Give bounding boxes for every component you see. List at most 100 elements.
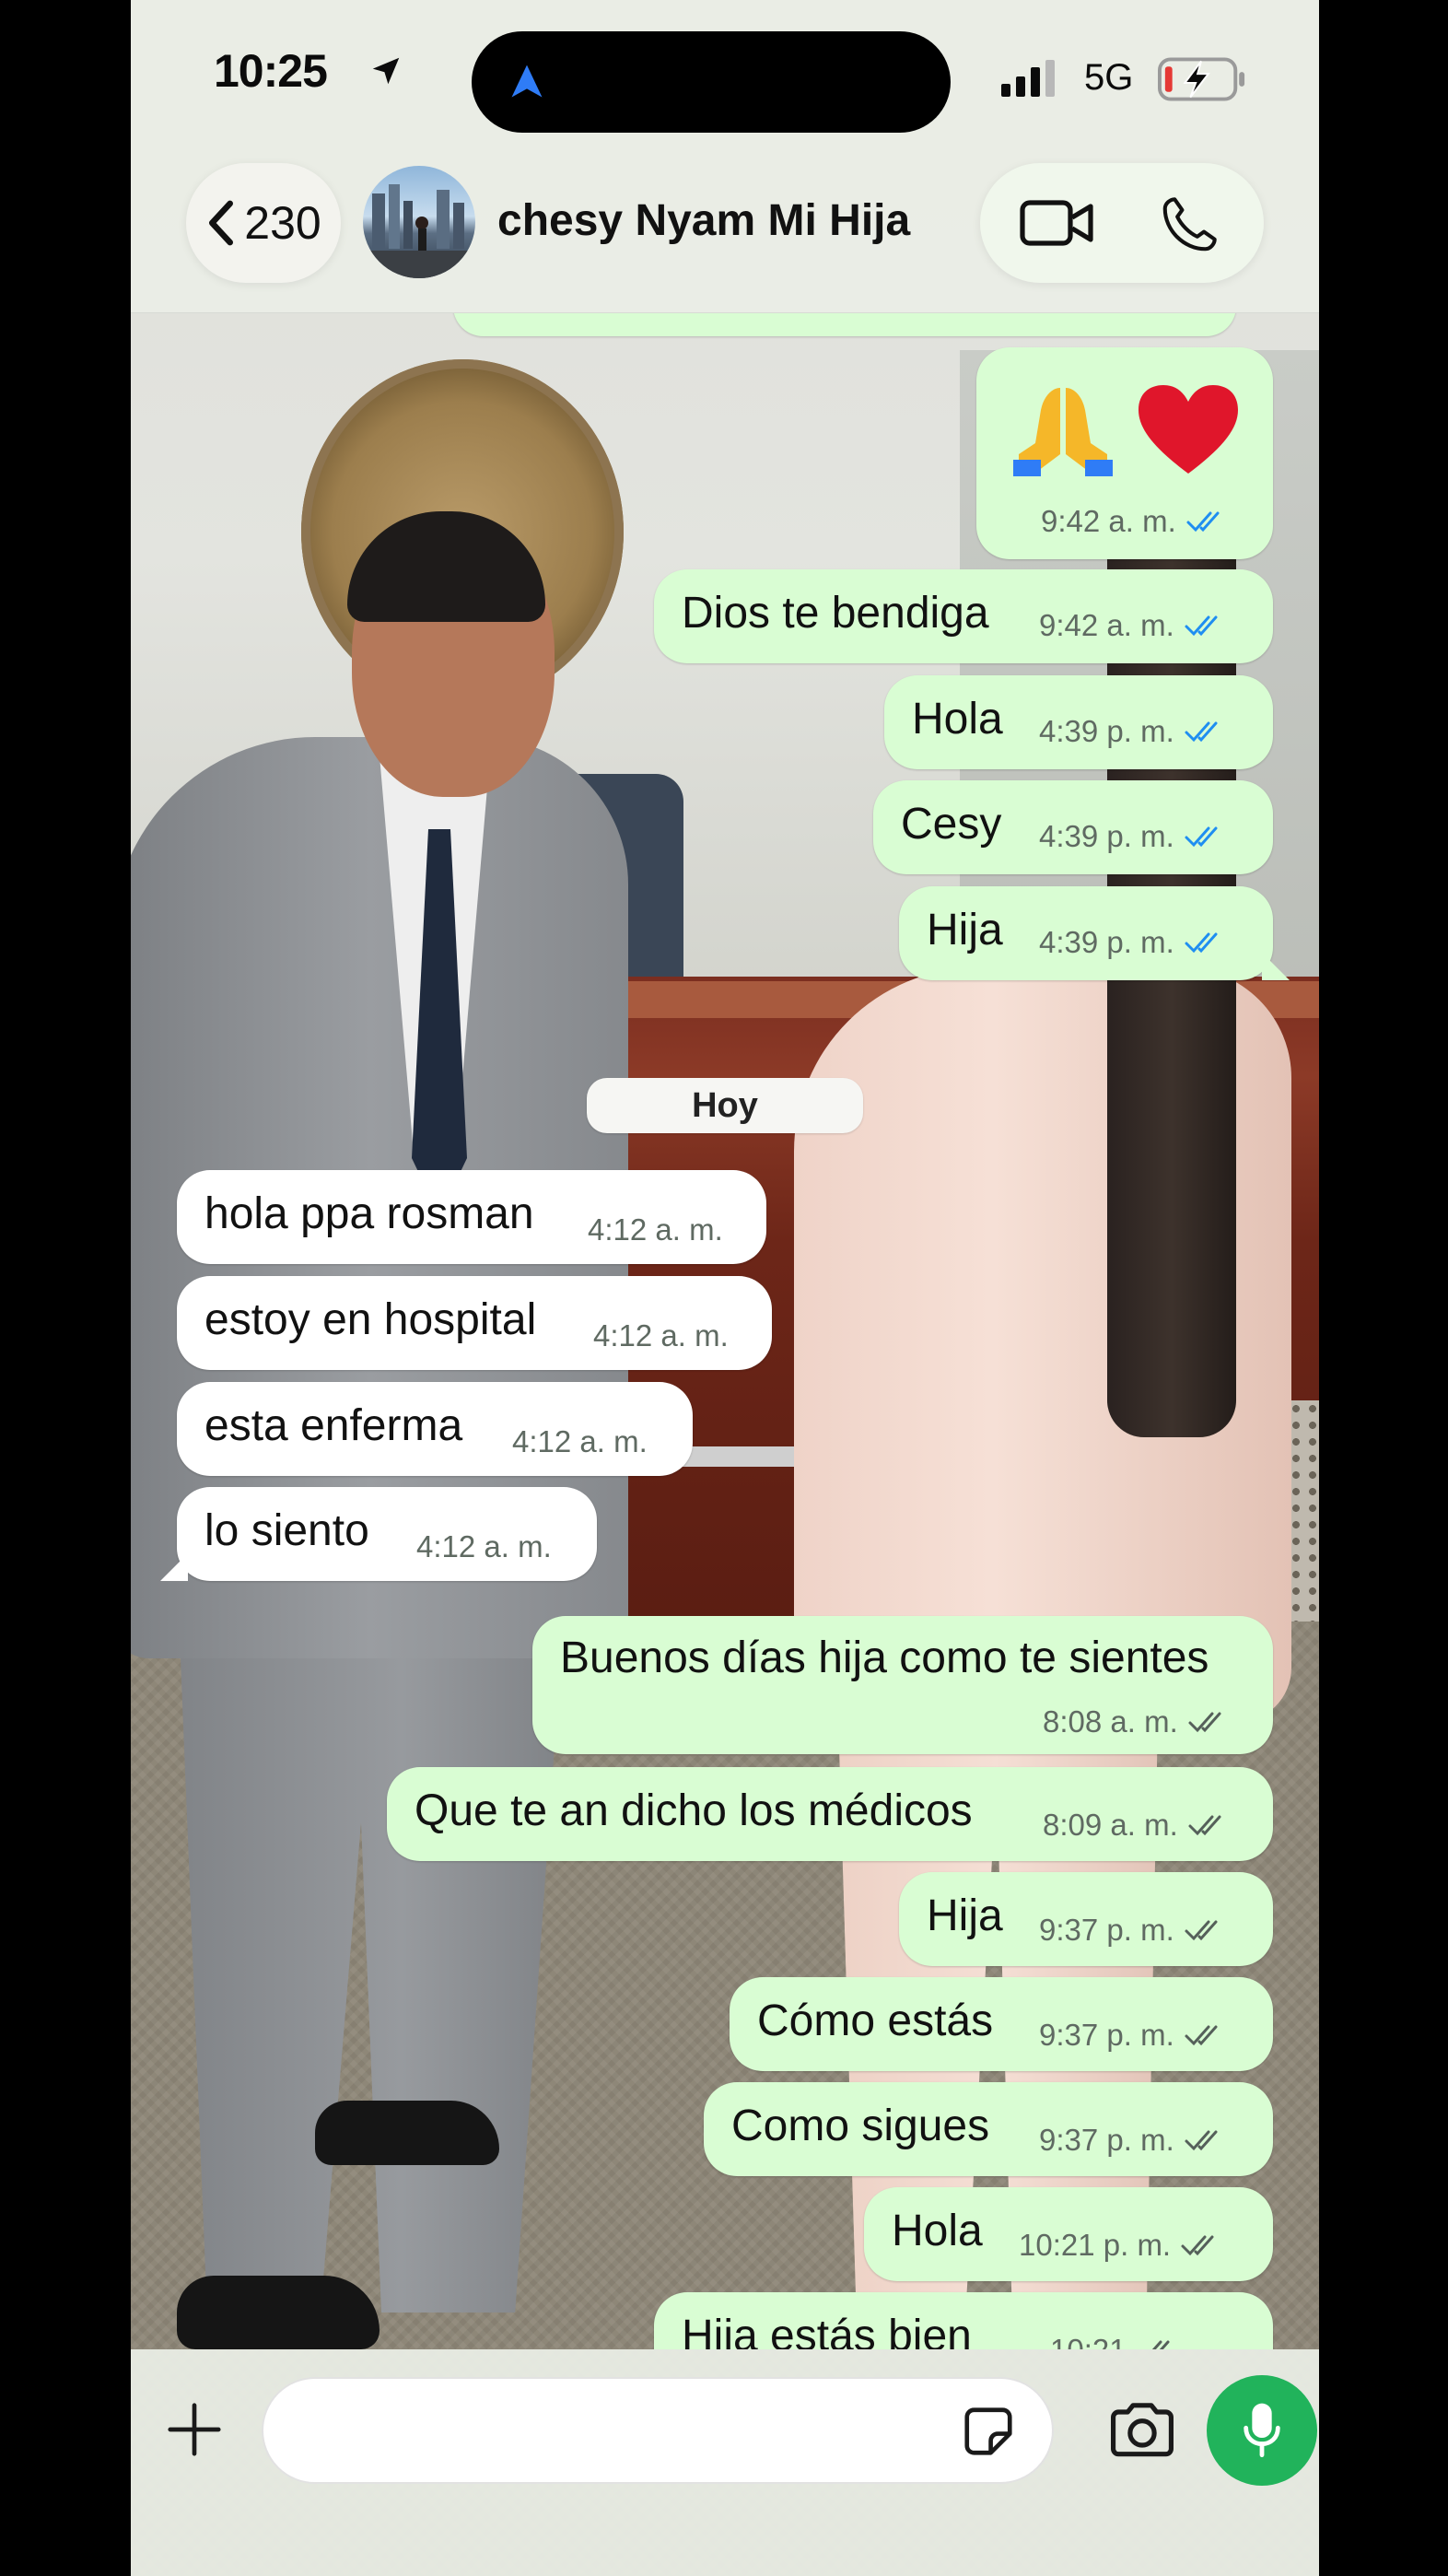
chat-header: 230 chesy Nyam Mi Hija: [131, 138, 1319, 313]
phone-screen: 10:25 5G 230 chesy Nyam Mi Hija 9:42 a. …: [131, 0, 1319, 2576]
read-receipt-icon: [1186, 511, 1220, 533]
bubble-tail: [1262, 953, 1290, 980]
message-time: 4:12 a. m.: [512, 1424, 648, 1458]
message-time: 4:39 p. m.: [1039, 819, 1174, 853]
day-separator: Hoy: [587, 1078, 863, 1133]
message-meta: 9:37 p. m.: [1039, 2123, 1226, 2158]
network-type: 5G: [1084, 57, 1134, 98]
message-bubble[interactable]: Cesy 4:39 p. m.: [873, 780, 1273, 874]
message-bubble[interactable]: Hija 4:39 p. m.: [899, 886, 1273, 980]
message-text: lo siento: [204, 1506, 369, 1555]
message-meta: 8:09 a. m.: [1043, 1808, 1230, 1843]
message-bubble[interactable]: Que te an dicho los médicos 8:09 a. m.: [387, 1767, 1273, 1861]
message-time: 10:21: [1050, 2333, 1127, 2349]
message-meta: 9:42 a. m.: [1041, 504, 1228, 539]
message-time: 4:39 p. m.: [1039, 714, 1174, 748]
message-list[interactable]: 9:42 a. m. Dios te bendiga 9:42 a. m. Ho…: [131, 313, 1319, 2349]
message-text: esta enferma: [204, 1401, 463, 1450]
message-meta: 4:12 a. m.: [593, 1318, 729, 1353]
message-meta: 9:42 a. m.: [1039, 608, 1226, 643]
video-camera-icon[interactable]: [1019, 196, 1096, 250]
delivered-receipt-icon: [1188, 1815, 1221, 1836]
phone-icon[interactable]: [1157, 193, 1221, 257]
message-bubble[interactable]: Cómo estás 9:37 p. m.: [730, 1977, 1273, 2071]
camera-icon[interactable]: [1105, 2397, 1179, 2464]
location-arrow-icon: [372, 57, 400, 85]
message-meta: 4:39 p. m.: [1039, 714, 1226, 749]
message-text: Como sigues: [731, 2102, 990, 2150]
message-text: Hola: [892, 2207, 983, 2255]
message-meta: 10:21: [1050, 2333, 1178, 2349]
chevron-left-icon: [209, 200, 234, 246]
message-bubble[interactable]: Como sigues 9:37 p. m.: [704, 2082, 1273, 2176]
message-text: Cómo estás: [757, 1996, 994, 2045]
microphone-icon: [1244, 2403, 1280, 2458]
message-bubble[interactable]: Hija 9:37 p. m.: [899, 1872, 1273, 1966]
message-bubble[interactable]: Hola 4:39 p. m.: [884, 675, 1273, 769]
message-bubble-emoji[interactable]: 9:42 a. m.: [976, 347, 1273, 559]
message-time: 9:37 p. m.: [1039, 1913, 1174, 1947]
dynamic-island: [472, 31, 951, 133]
delivered-receipt-icon: [1185, 2025, 1218, 2046]
message-text: Hija: [927, 906, 1003, 954]
message-text: Hija: [927, 1891, 1003, 1940]
message-bubble[interactable]: estoy en hospital 4:12 a. m.: [177, 1276, 772, 1370]
message-meta: 10:21 p. m.: [1019, 2228, 1222, 2263]
plus-icon[interactable]: [162, 2397, 227, 2462]
bubble-tail: [160, 1553, 188, 1581]
message-composer: [131, 2349, 1319, 2576]
message-bubble[interactable]: Hija estás bien 10:21: [654, 2292, 1273, 2349]
message-bubble[interactable]: lo siento 4:12 a. m.: [177, 1487, 597, 1581]
message-text: Que te an dicho los médicos: [415, 1786, 973, 1835]
contact-avatar[interactable]: [363, 166, 475, 278]
read-receipt-icon: [1185, 721, 1218, 743]
message-time: 9:37 p. m.: [1039, 2018, 1174, 2052]
message-time: 4:12 a. m.: [593, 1318, 729, 1352]
message-bubble[interactable]: Hola 10:21 p. m.: [864, 2187, 1273, 2281]
message-text: estoy en hospital: [204, 1295, 537, 1344]
message-text: Buenos días hija como te sientes: [560, 1633, 1209, 1682]
message-meta: 4:12 a. m.: [416, 1529, 552, 1564]
delivered-receipt-icon: [1185, 2130, 1218, 2151]
delivered-receipt-icon: [1185, 1920, 1218, 1941]
message-bubble[interactable]: Buenos días hija como te sientes 8:08 a.…: [532, 1616, 1273, 1754]
back-button[interactable]: 230: [186, 163, 341, 283]
avatar-image: [363, 184, 475, 278]
message-meta: 9:37 p. m.: [1039, 2018, 1226, 2053]
unread-count: 230: [244, 197, 321, 249]
navigation-arrow-icon: [511, 64, 543, 98]
message-text: hola ppa rosman: [204, 1189, 534, 1238]
message-time: 9:42 a. m.: [1041, 504, 1176, 538]
battery-charging-icon: [1158, 57, 1245, 101]
message-input[interactable]: [262, 2377, 1054, 2484]
status-time: 10:25: [214, 45, 328, 97]
read-receipt-icon: [1185, 615, 1218, 637]
message-meta: 9:37 p. m.: [1039, 1913, 1226, 1948]
microphone-button[interactable]: [1207, 2375, 1317, 2486]
contact-name[interactable]: chesy Nyam Mi Hija: [497, 195, 910, 246]
message-time: 10:21 p. m.: [1019, 2228, 1172, 2262]
message-bubble[interactable]: esta enferma 4:12 a. m.: [177, 1382, 693, 1476]
message-time: 9:42 a. m.: [1039, 608, 1174, 642]
message-time: 8:09 a. m.: [1043, 1808, 1178, 1842]
delivered-receipt-icon: [1188, 1712, 1221, 1733]
message-bubble[interactable]: hola ppa rosman 4:12 a. m.: [177, 1170, 766, 1264]
message-bubble-partial[interactable]: [453, 313, 1236, 336]
delivered-receipt-icon: [1181, 2235, 1214, 2256]
message-meta: 4:39 p. m.: [1039, 819, 1226, 854]
sticker-icon[interactable]: [960, 2403, 1017, 2460]
message-time: 9:37 p. m.: [1039, 2123, 1174, 2157]
call-buttons: [980, 163, 1264, 283]
message-bubble[interactable]: Dios te bendiga 9:42 a. m.: [654, 569, 1273, 663]
message-meta: 4:39 p. m.: [1039, 925, 1226, 960]
message-meta: 4:12 a. m.: [588, 1212, 723, 1247]
message-time: 8:08 a. m.: [1043, 1704, 1178, 1739]
message-text: Cesy: [901, 800, 1002, 849]
read-receipt-icon: [1185, 826, 1218, 848]
message-time: 4:12 a. m.: [588, 1212, 723, 1247]
red-heart-emoji-icon: [1139, 385, 1238, 474]
message-meta: 8:08 a. m.: [1043, 1704, 1230, 1739]
status-bar: 10:25 5G: [131, 0, 1319, 138]
read-receipt-icon: [1185, 932, 1218, 954]
message-time: 4:12 a. m.: [416, 1529, 552, 1563]
